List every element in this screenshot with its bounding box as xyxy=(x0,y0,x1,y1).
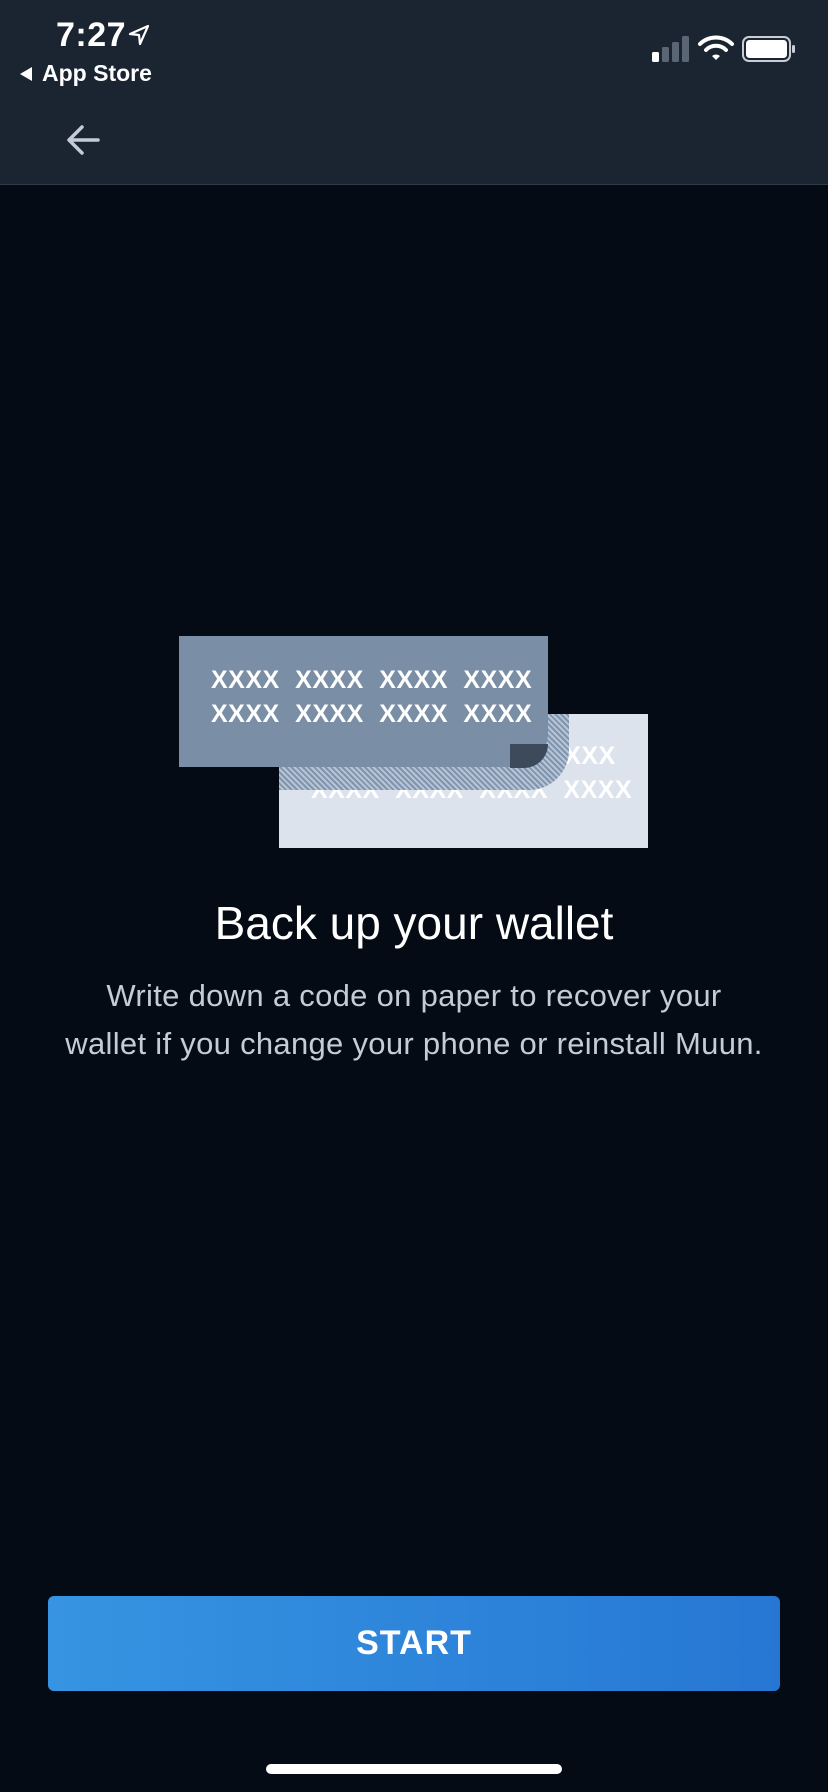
back-to-app-store-link[interactable]: App Store xyxy=(20,60,152,87)
back-to-app-label: App Store xyxy=(42,60,152,86)
back-triangle-icon xyxy=(20,66,32,81)
cellular-signal-icon xyxy=(652,36,689,62)
recovery-code-illustration: XXXX XXXX XXXX XXXX XXXX XXXX XXXX XXXX … xyxy=(178,634,650,850)
front-card-code-row-2: XXXX XXXX XXXX XXXX xyxy=(211,700,533,728)
header-bar: 7:27 App Store xyxy=(0,0,828,185)
front-paper-card: XXXX XXXX XXXX XXXX XXXX XXXX XXXX XXXX xyxy=(179,636,548,767)
front-card-code-row-1: XXXX XXXX XXXX XXXX xyxy=(211,666,533,694)
home-indicator[interactable] xyxy=(266,1764,562,1774)
wifi-icon xyxy=(698,35,734,60)
start-button[interactable]: START xyxy=(48,1596,780,1691)
page-title: Back up your wallet xyxy=(214,897,614,949)
backup-wallet-screen: 7:27 App Store XXXX XXXX XXXX XXXX XXXX … xyxy=(0,0,828,1792)
location-arrow-icon xyxy=(128,24,150,46)
battery-icon xyxy=(742,36,795,62)
arrow-left-icon[interactable] xyxy=(62,118,106,162)
status-time: 7:27 xyxy=(56,16,127,54)
page-description: Write down a code on paper to recover yo… xyxy=(65,978,763,1061)
